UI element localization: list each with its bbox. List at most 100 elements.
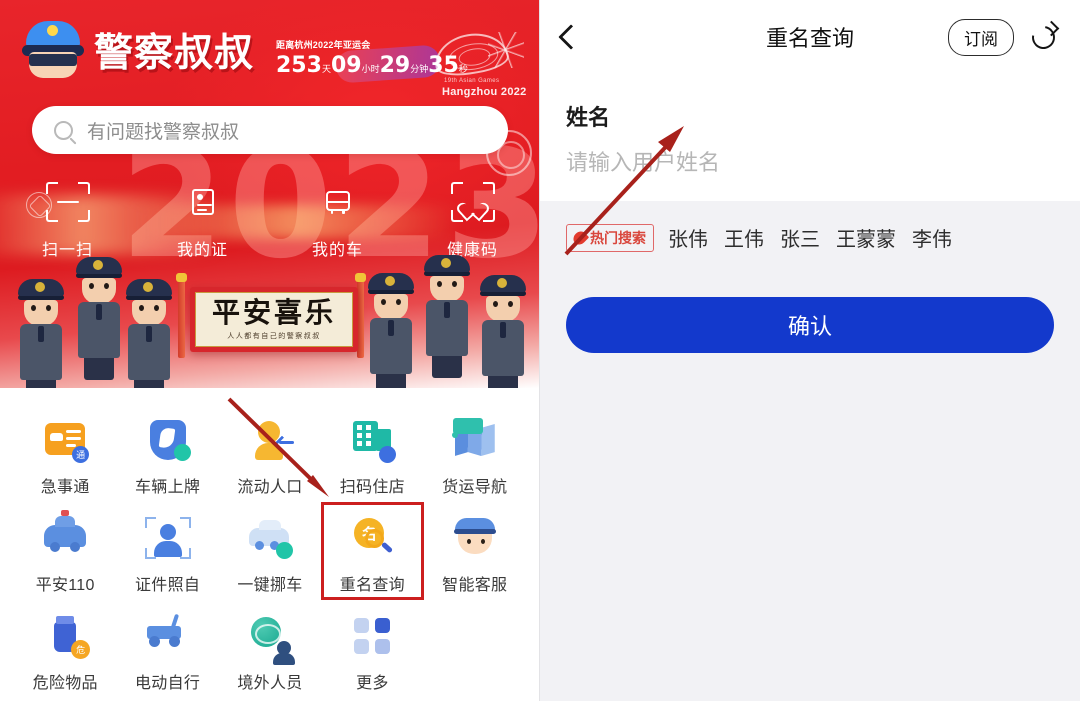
countdown-hours-unit: 小时 (361, 65, 380, 75)
app-tile-police-110[interactable]: 平安110 (14, 502, 116, 600)
app-tile-e-bike[interactable]: 电动自行 (116, 600, 218, 698)
app-grid-row: 平安110 证件照自 一键挪车 名 重名查询 智能客服 (14, 502, 526, 600)
vehicle-plate-shield-icon (144, 416, 192, 464)
countdown-values: 253天09小时29分钟35秒 (276, 53, 468, 78)
flame-icon (570, 228, 590, 247)
app-grid-row: 通 急事通 车辆上牌 流动人口 扫码住店 货运导航 (14, 404, 526, 502)
countdown-days-unit: 天 (321, 65, 331, 75)
app-tile-label: 扫码住店 (339, 479, 405, 496)
more-grid-icon (348, 612, 396, 660)
share-icon[interactable] (1027, 20, 1060, 54)
freight-navigation-map-icon (451, 416, 499, 464)
app-tile-move-car[interactable]: 一键挪车 (219, 502, 321, 600)
home-search-bar[interactable]: 有问题找警察叔叔 (32, 106, 508, 154)
asian-games-logo-icon: 19th Asian Games Hangzhou 2022 (428, 26, 530, 100)
app-tile-label: 境外人员 (237, 675, 303, 692)
left-panel-home-screen: 2023 警察叔叔 距离杭州2022年亚运会 253天09小时29分钟35秒 (0, 0, 540, 701)
app-tile-label: 急事通 (40, 479, 90, 496)
countdown-hours: 09 (330, 53, 362, 78)
mascot-figure (368, 273, 414, 388)
name-input[interactable]: 请输入用户姓名 (566, 145, 1054, 177)
banner-pole-left (176, 273, 187, 358)
scan-hotel-building-icon (348, 416, 397, 464)
app-tile-foreigner[interactable]: 境外人员 (219, 600, 321, 698)
banner-pole-right (355, 273, 366, 358)
right-panel-detail-screen: 重名查询 订阅 姓名 请输入用户姓名 热门搜索 张伟 王伟 张三 王蒙蒙 李伟 … (540, 0, 1080, 701)
app-tile-empty (424, 600, 526, 698)
hero-ring-decoration (486, 130, 532, 176)
mascot-figure (18, 279, 64, 388)
name-field-label: 姓名 (566, 105, 611, 130)
app-grid: 通 急事通 车辆上牌 流动人口 扫码住店 货运导航 平安110 证件照自 一键挪… (0, 396, 540, 698)
banner-sub-text: 人人都有自己的警察叔叔 (227, 332, 321, 340)
hot-search-tag[interactable]: 张三 (780, 223, 820, 252)
app-tile-label: 货运导航 (442, 479, 508, 496)
search-icon (54, 120, 73, 140)
app-screenshot: 2023 警察叔叔 距离杭州2022年亚运会 253天09小时29分钟35秒 (0, 0, 1080, 701)
e-bike-scooter-icon (144, 612, 192, 660)
duplicate-name-search-icon: 名 (348, 514, 396, 562)
app-tile-label: 车辆上牌 (134, 479, 201, 496)
hot-search-tag[interactable]: 王蒙蒙 (836, 223, 896, 252)
urgent-doc-icon: 通 (41, 416, 90, 464)
scan-frame-icon (45, 182, 90, 222)
app-tile-vehicle-plate[interactable]: 车辆上牌 (116, 404, 218, 502)
id-card-icon (181, 182, 225, 222)
mascot-figure (76, 257, 122, 380)
vehicle-icon (316, 182, 360, 222)
confirm-button[interactable]: 确认 (566, 297, 1054, 353)
festive-banner: 平安喜乐 人人都有自己的警察叔叔 (190, 287, 358, 352)
foreigner-globe-icon (246, 612, 295, 665)
countdown-days: 253 (276, 53, 322, 78)
detail-header: 重名查询 订阅 (540, 0, 1080, 74)
brand-row: 警察叔叔 (22, 18, 254, 82)
app-tile-duplicate-name-search[interactable]: 名 重名查询 (321, 502, 424, 600)
hot-search-tag[interactable]: 王伟 (724, 223, 764, 252)
app-tile-floating-population[interactable]: 流动人口 (219, 404, 321, 502)
app-tile-label: 一键挪车 (237, 577, 303, 594)
hot-search-tag[interactable]: 李伟 (912, 223, 952, 252)
app-tile-smart-service[interactable]: 智能客服 (424, 502, 526, 600)
hot-search-tag[interactable]: 张伟 (668, 223, 708, 252)
id-photo-frame-icon (144, 514, 192, 562)
app-tile-label: 智能客服 (442, 577, 508, 594)
dangerous-goods-bottle-icon: 危 (41, 612, 91, 660)
health-code-heart-icon (450, 182, 495, 222)
floating-population-icon (246, 416, 294, 464)
hot-search-row: 热门搜索 张伟 王伟 张三 王蒙蒙 李伟 (540, 201, 1080, 252)
app-tile-label: 更多 (356, 675, 389, 692)
app-tile-freight-nav[interactable]: 货运导航 (424, 404, 526, 502)
app-tile-badge: 危 (71, 640, 91, 659)
asian-games-logo-line2: Hangzhou 2022 (442, 86, 527, 98)
smart-service-officer-icon (451, 514, 499, 562)
police-mascot-icon (22, 21, 84, 79)
hero-banner: 2023 警察叔叔 距离杭州2022年亚运会 253天09小时29分钟35秒 (0, 0, 540, 388)
move-car-icon (246, 514, 294, 562)
app-tile-badge: 通 (72, 446, 90, 463)
app-tile-more[interactable]: 更多 (321, 600, 423, 698)
mascot-figure (424, 255, 470, 378)
app-tile-label: 电动自行 (134, 675, 201, 692)
name-form-card: 姓名 请输入用户姓名 (540, 74, 1080, 201)
app-tile-label: 平安110 (35, 577, 95, 594)
mascot-figure (126, 279, 172, 388)
app-tile-dangerous-goods[interactable]: 危 危险物品 (14, 600, 116, 698)
countdown-minutes-unit: 分钟 (410, 65, 429, 75)
app-tile-id-photo[interactable]: 证件照自 (116, 502, 218, 600)
app-tile-label: 重名查询 (339, 577, 405, 594)
app-tile-label: 危险物品 (32, 675, 98, 692)
police-car-icon (41, 510, 89, 562)
app-title: 警察叔叔 (94, 31, 255, 76)
mascot-figure (480, 275, 526, 388)
app-grid-row: 危 危险物品 电动自行 境外人员 更多 (14, 600, 526, 698)
hot-search-badge-label: 热门搜索 (590, 229, 646, 246)
hot-search-tags: 张伟 王伟 张三 王蒙蒙 李伟 (668, 223, 952, 252)
banner-main-text: 平安喜乐 (211, 295, 336, 329)
app-tile-label: 证件照自 (134, 577, 201, 594)
app-tile-scan-hotel[interactable]: 扫码住店 (321, 404, 423, 502)
subscribe-button[interactable]: 订阅 (948, 18, 1014, 56)
app-tile-urgent[interactable]: 通 急事通 (14, 404, 116, 502)
hot-search-badge: 热门搜索 (566, 223, 654, 252)
asian-games-logo-line1: 19th Asian Games (444, 78, 500, 84)
home-search-placeholder: 有问题找警察叔叔 (87, 121, 240, 143)
